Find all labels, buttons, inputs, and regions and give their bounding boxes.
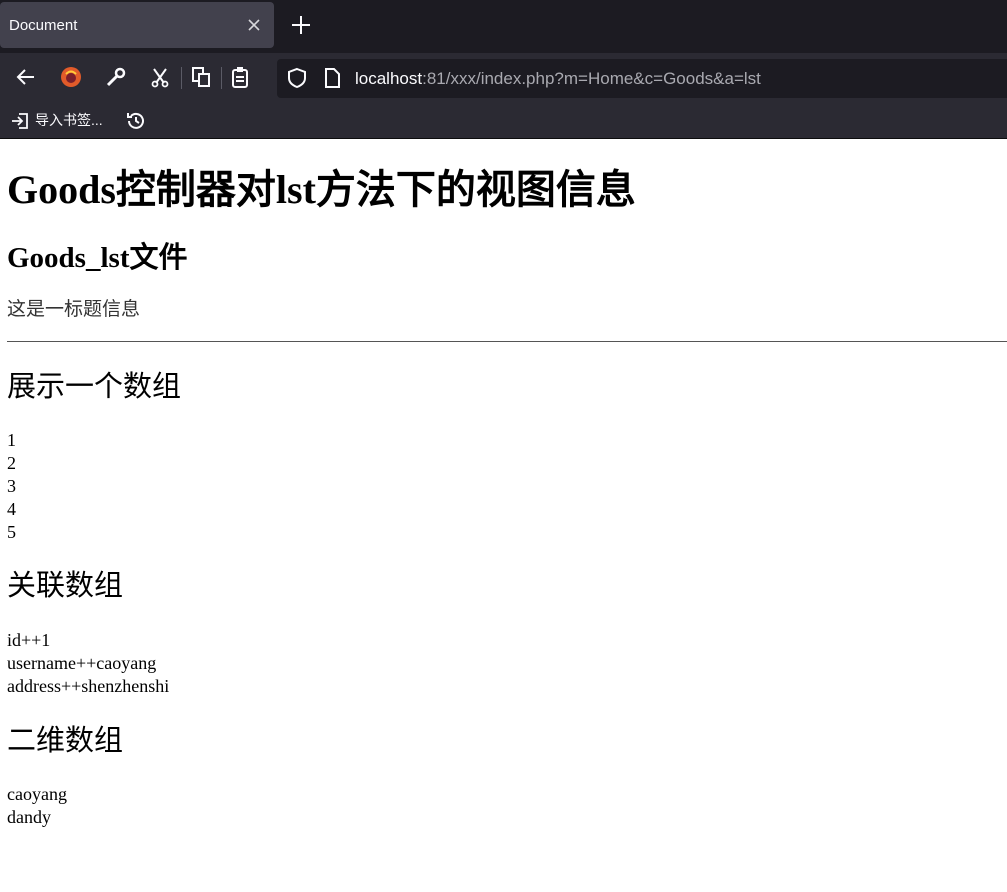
url-host: localhost: [355, 69, 423, 88]
list-item: 1: [7, 430, 16, 450]
list-item: 2: [7, 453, 16, 473]
tab-title: Document: [9, 17, 78, 34]
list-item: 3: [7, 476, 16, 496]
nav-toolbar: localhost:81/xxx/index.php?m=Home&c=Good…: [0, 53, 1007, 103]
url-path: :81/xxx/index.php?m=Home&c=Goods&a=lst: [422, 69, 761, 88]
url-text[interactable]: localhost:81/xxx/index.php?m=Home&c=Good…: [355, 69, 761, 89]
section-title-2d: 二维数组: [7, 725, 124, 757]
list-item: address++shenzhenshi: [7, 676, 170, 696]
browser-chrome: Document localhost:81/xxx/index.php?m=Ho…: [0, 0, 1007, 139]
tab-document[interactable]: Document: [0, 2, 274, 48]
bookmarks-bar: 导入书签...: [0, 103, 1007, 139]
back-icon[interactable]: [14, 65, 38, 89]
list-item: caoyang: [7, 784, 67, 804]
list-item: 5: [7, 522, 16, 542]
page-icon[interactable]: [320, 66, 344, 90]
scissors-icon[interactable]: [148, 65, 172, 89]
plus-icon[interactable]: [288, 12, 314, 38]
toolbar-separator: [181, 67, 182, 89]
close-icon[interactable]: [243, 14, 265, 36]
url-bar[interactable]: localhost:81/xxx/index.php?m=Home&c=Good…: [277, 59, 1007, 98]
wrench-icon[interactable]: [104, 65, 128, 89]
import-bookmarks-button[interactable]: 导入书签...: [10, 109, 103, 131]
firefox-account-icon[interactable]: [59, 65, 83, 89]
tab-bar: Document: [0, 0, 1007, 53]
copy-icon[interactable]: [189, 65, 213, 89]
section-title-assoc: 关联数组: [7, 570, 124, 602]
history-icon[interactable]: [124, 109, 148, 133]
divider: [7, 341, 1007, 342]
page-subheading: Goods_lst文件: [7, 242, 188, 274]
list-item: dandy: [7, 807, 51, 827]
array-list: 1 2 3 4 5: [7, 429, 16, 544]
paste-icon[interactable]: [228, 65, 252, 89]
toolbar-separator: [221, 67, 222, 89]
import-bookmarks-label: 导入书签...: [35, 112, 103, 128]
list-item: id++1: [7, 630, 51, 650]
list-item: 4: [7, 499, 16, 519]
page-content: Goods控制器对lst方法下的视图信息 Goods_lst文件 这是一标题信息…: [0, 139, 1007, 892]
list-item: username++caoyang: [7, 653, 157, 673]
section-title-array: 展示一个数组: [7, 371, 182, 403]
page-subtitle: 这是一标题信息: [7, 299, 141, 320]
shield-icon[interactable]: [285, 66, 309, 90]
two-dim-list: caoyang dandy: [7, 783, 67, 829]
import-icon: [12, 113, 28, 130]
assoc-list: id++1 username++caoyang address++shenzhe…: [7, 629, 169, 698]
page-title: Goods控制器对lst方法下的视图信息: [7, 167, 636, 212]
